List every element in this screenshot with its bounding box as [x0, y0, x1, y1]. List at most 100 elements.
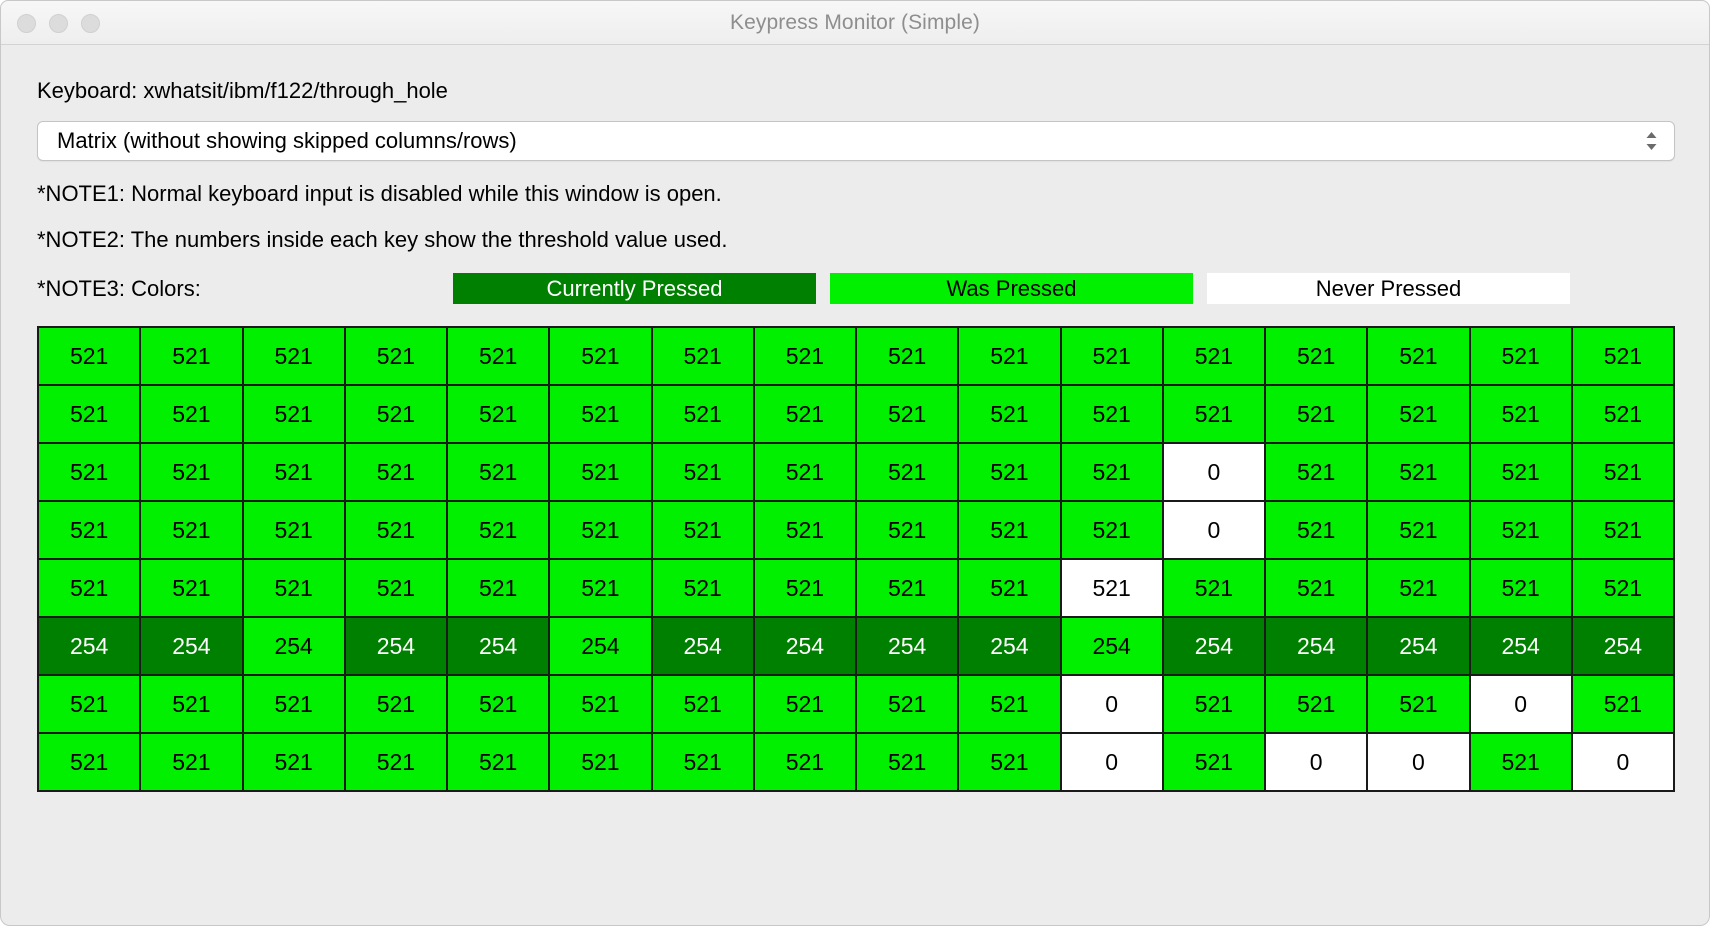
matrix-cell[interactable]: 521 — [448, 444, 548, 500]
matrix-cell[interactable]: 521 — [550, 676, 650, 732]
matrix-cell[interactable]: 521 — [653, 560, 753, 616]
matrix-cell[interactable]: 254 — [244, 618, 344, 674]
matrix-cell[interactable]: 254 — [1471, 618, 1571, 674]
matrix-cell[interactable]: 521 — [141, 386, 241, 442]
matrix-cell[interactable]: 521 — [755, 734, 855, 790]
matrix-cell[interactable]: 521 — [1573, 676, 1673, 732]
matrix-cell[interactable]: 521 — [550, 734, 650, 790]
matrix-cell[interactable]: 521 — [959, 560, 1059, 616]
matrix-cell[interactable]: 521 — [755, 444, 855, 500]
matrix-cell[interactable]: 0 — [1164, 444, 1264, 500]
matrix-cell[interactable]: 521 — [1573, 502, 1673, 558]
matrix-cell[interactable]: 521 — [1062, 386, 1162, 442]
matrix-cell[interactable]: 521 — [653, 444, 753, 500]
matrix-cell[interactable]: 521 — [346, 444, 446, 500]
matrix-cell[interactable]: 254 — [1164, 618, 1264, 674]
matrix-cell[interactable]: 0 — [1062, 734, 1162, 790]
matrix-cell[interactable]: 521 — [1266, 502, 1366, 558]
matrix-cell[interactable]: 521 — [653, 386, 753, 442]
matrix-cell[interactable]: 521 — [755, 328, 855, 384]
matrix-cell[interactable]: 521 — [1368, 502, 1468, 558]
matrix-cell[interactable]: 521 — [857, 386, 957, 442]
matrix-cell[interactable]: 254 — [653, 618, 753, 674]
matrix-cell[interactable]: 521 — [1471, 560, 1571, 616]
matrix-cell[interactable]: 521 — [244, 328, 344, 384]
matrix-cell[interactable]: 521 — [346, 560, 446, 616]
matrix-cell[interactable]: 521 — [244, 386, 344, 442]
matrix-cell[interactable]: 521 — [653, 328, 753, 384]
matrix-cell[interactable]: 521 — [141, 328, 241, 384]
matrix-cell[interactable]: 521 — [346, 676, 446, 732]
matrix-cell[interactable]: 254 — [39, 618, 139, 674]
matrix-cell[interactable]: 521 — [1164, 560, 1264, 616]
display-mode-select[interactable]: Matrix (without showing skipped columns/… — [37, 121, 1675, 161]
matrix-cell[interactable]: 0 — [1062, 676, 1162, 732]
matrix-cell[interactable]: 521 — [141, 502, 241, 558]
matrix-cell[interactable]: 521 — [346, 734, 446, 790]
matrix-cell[interactable]: 521 — [1266, 444, 1366, 500]
matrix-cell[interactable]: 254 — [1062, 618, 1162, 674]
matrix-cell[interactable]: 521 — [653, 734, 753, 790]
matrix-cell[interactable]: 521 — [1368, 560, 1468, 616]
matrix-cell[interactable]: 521 — [755, 502, 855, 558]
matrix-cell[interactable]: 254 — [1368, 618, 1468, 674]
matrix-cell[interactable]: 521 — [857, 560, 957, 616]
matrix-cell[interactable]: 0 — [1164, 502, 1264, 558]
matrix-cell[interactable]: 521 — [550, 386, 650, 442]
matrix-cell[interactable]: 521 — [1164, 676, 1264, 732]
matrix-cell[interactable]: 521 — [550, 560, 650, 616]
matrix-cell[interactable]: 521 — [244, 560, 344, 616]
matrix-cell[interactable]: 521 — [1368, 444, 1468, 500]
matrix-cell[interactable]: 521 — [346, 502, 446, 558]
matrix-cell[interactable]: 521 — [244, 676, 344, 732]
matrix-cell[interactable]: 521 — [39, 386, 139, 442]
matrix-cell[interactable]: 521 — [448, 734, 548, 790]
matrix-cell[interactable]: 521 — [244, 734, 344, 790]
matrix-cell[interactable]: 521 — [141, 560, 241, 616]
matrix-cell[interactable]: 521 — [141, 676, 241, 732]
matrix-cell[interactable]: 521 — [959, 502, 1059, 558]
matrix-cell[interactable]: 521 — [141, 734, 241, 790]
matrix-cell[interactable]: 254 — [141, 618, 241, 674]
matrix-cell[interactable]: 521 — [39, 502, 139, 558]
matrix-cell[interactable]: 521 — [959, 444, 1059, 500]
matrix-cell[interactable]: 0 — [1573, 734, 1673, 790]
matrix-cell[interactable]: 521 — [1471, 328, 1571, 384]
matrix-cell[interactable]: 521 — [1573, 328, 1673, 384]
matrix-cell[interactable]: 521 — [1573, 444, 1673, 500]
matrix-cell[interactable]: 521 — [959, 734, 1059, 790]
matrix-cell[interactable]: 521 — [346, 328, 446, 384]
chevron-up-down-icon[interactable] — [1644, 130, 1659, 152]
matrix-cell[interactable]: 521 — [959, 386, 1059, 442]
matrix-cell[interactable]: 521 — [1368, 676, 1468, 732]
matrix-cell[interactable]: 521 — [755, 676, 855, 732]
matrix-cell[interactable]: 0 — [1368, 734, 1468, 790]
matrix-cell[interactable]: 521 — [1471, 734, 1571, 790]
matrix-cell[interactable]: 521 — [448, 386, 548, 442]
matrix-cell[interactable]: 521 — [448, 328, 548, 384]
matrix-cell[interactable]: 0 — [1266, 734, 1366, 790]
matrix-cell[interactable]: 521 — [857, 444, 957, 500]
matrix-cell[interactable]: 521 — [244, 502, 344, 558]
matrix-cell[interactable]: 521 — [1573, 560, 1673, 616]
matrix-cell[interactable]: 521 — [1368, 386, 1468, 442]
matrix-cell[interactable]: 521 — [857, 328, 957, 384]
matrix-cell[interactable]: 0 — [1471, 676, 1571, 732]
matrix-cell[interactable]: 254 — [448, 618, 548, 674]
matrix-cell[interactable]: 521 — [1573, 386, 1673, 442]
matrix-cell[interactable]: 521 — [1062, 328, 1162, 384]
matrix-cell[interactable]: 254 — [1573, 618, 1673, 674]
matrix-cell[interactable]: 521 — [39, 328, 139, 384]
matrix-cell[interactable]: 521 — [1062, 444, 1162, 500]
matrix-cell[interactable]: 521 — [244, 444, 344, 500]
matrix-cell[interactable]: 254 — [755, 618, 855, 674]
matrix-cell[interactable]: 521 — [1471, 502, 1571, 558]
matrix-cell[interactable]: 254 — [1266, 618, 1366, 674]
matrix-cell[interactable]: 521 — [1266, 386, 1366, 442]
matrix-cell[interactable]: 521 — [1062, 502, 1162, 558]
matrix-cell[interactable]: 521 — [857, 502, 957, 558]
matrix-cell[interactable]: 521 — [959, 328, 1059, 384]
matrix-cell[interactable]: 521 — [550, 502, 650, 558]
matrix-cell[interactable]: 521 — [1266, 676, 1366, 732]
matrix-cell[interactable]: 521 — [755, 560, 855, 616]
